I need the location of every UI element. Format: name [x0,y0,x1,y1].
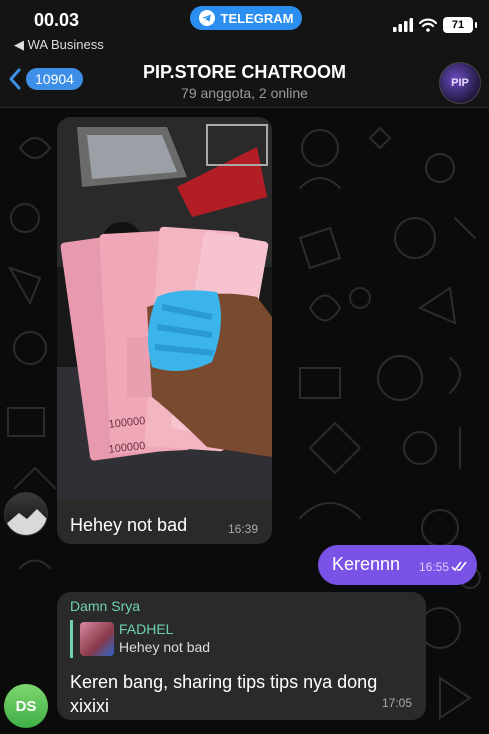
battery-indicator: 71 [443,17,477,33]
message-text: Keren bang, sharing tips tips nya dong x… [70,672,378,716]
double-check-icon [451,561,467,572]
banknote-photo[interactable]: 100000 100000 [57,117,272,499]
incoming-message[interactable]: Damn Srya FADHEL Hehey not bad Keren ban… [57,592,426,720]
message-timestamp: 17:05 [381,696,412,710]
telegram-icon [198,10,215,26]
sender-name[interactable]: Damn Srya [70,598,140,614]
chat-subtitle: 79 anggota, 2 online [181,85,308,101]
mountain-photo-icon [5,509,47,535]
outgoing-message[interactable]: Kerennn 16:55 [318,545,477,585]
status-bar: 00.03 ◀ WA Business TELEGRAM 71 [0,0,489,58]
group-avatar[interactable]: PIP [439,62,481,104]
chat-title[interactable]: PIP.STORE CHATROOM [0,62,489,83]
reply-thumbnail [80,622,114,656]
chat-area[interactable]: 100000 100000 Hehey not bad 16:39 Kerenn… [0,108,489,734]
reply-text: Hehey not bad [119,639,211,655]
reply-author: FADHEL [119,621,174,637]
back-to-app-link[interactable]: ◀ WA Business [14,37,104,53]
message-timestamp: 16:55 [418,560,449,574]
chat-header: 10904 PIP.STORE CHATROOM 79 anggota, 2 o… [0,58,489,108]
message-text: Kerennn [332,554,401,574]
photo-message[interactable]: 100000 100000 Hehey not bad 16:39 [57,117,272,544]
reply-preview[interactable]: FADHEL Hehey not bad [70,620,270,658]
message-timestamp: 16:39 [227,522,258,536]
signal-icon [393,18,413,32]
telegram-pill[interactable]: TELEGRAM [190,6,302,30]
sender-avatar[interactable] [4,492,48,536]
clock: 00.03 [34,10,80,30]
sender-avatar-ds[interactable]: DS [4,684,48,728]
telegram-label: TELEGRAM [220,10,294,26]
wifi-icon [419,18,437,32]
status-icons: 71 [393,17,477,33]
photo-caption: Hehey not bad [70,515,188,535]
